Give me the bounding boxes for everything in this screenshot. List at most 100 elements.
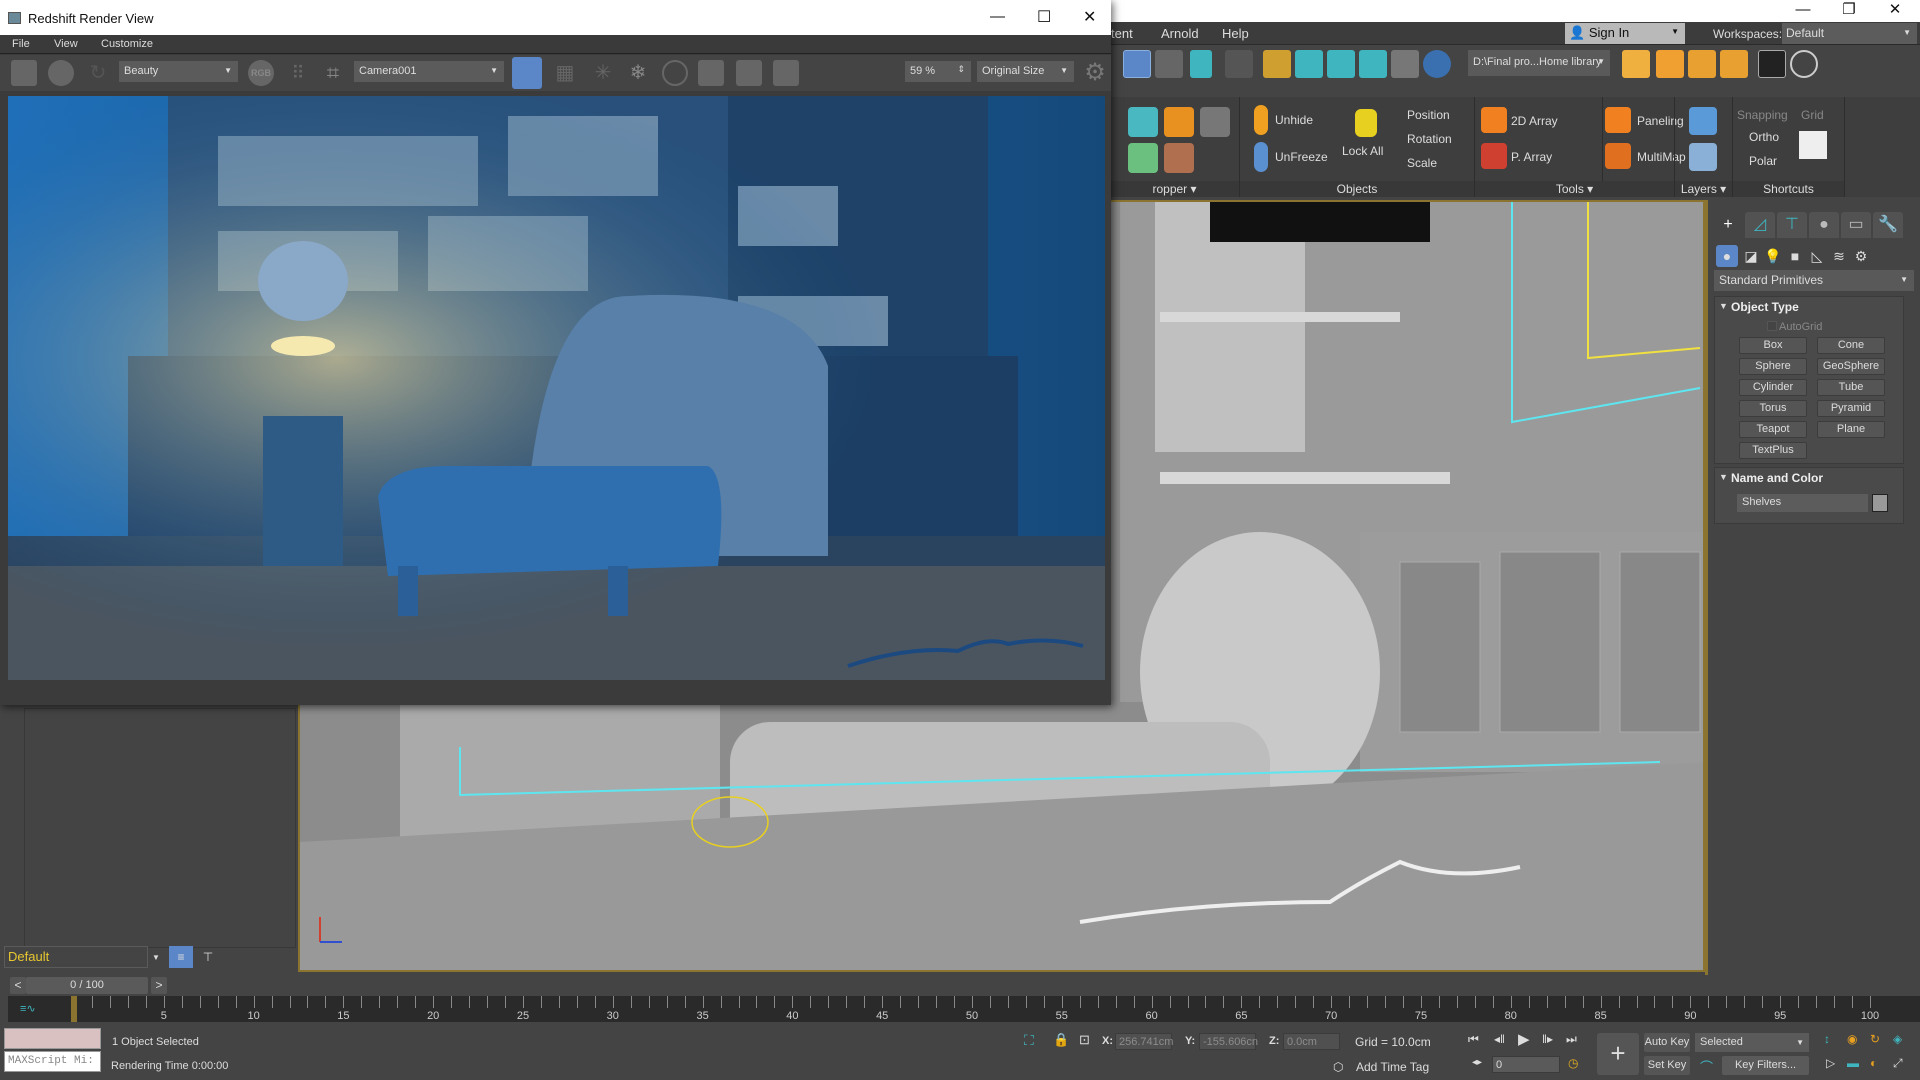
- eyedropper-material-icon[interactable]: [1164, 143, 1194, 173]
- rv-menu-customize[interactable]: Customize: [101, 38, 153, 50]
- lock-all-button[interactable]: Lock All: [1342, 144, 1383, 158]
- rv-menu-view[interactable]: View: [54, 38, 78, 50]
- curve-editor-icon[interactable]: [1155, 50, 1183, 78]
- object-color-swatch[interactable]: [1872, 494, 1888, 512]
- refresh-icon[interactable]: ↻: [85, 60, 111, 86]
- object-name-input[interactable]: Shelves: [1737, 494, 1868, 512]
- key-mode-select[interactable]: Selected ▼: [1695, 1033, 1809, 1052]
- display-tab[interactable]: ▭: [1841, 212, 1871, 238]
- orbit-icon[interactable]: ◉: [1847, 1032, 1857, 1046]
- camera-pan-icon[interactable]: ▬: [1847, 1056, 1859, 1070]
- scale-button[interactable]: Scale: [1407, 156, 1437, 170]
- absolute-mode-icon[interactable]: ⊡: [1079, 1032, 1090, 1048]
- minimize-button[interactable]: —: [1780, 0, 1826, 22]
- time-configuration-icon[interactable]: ◷: [1568, 1056, 1578, 1070]
- project-folder-icon[interactable]: [1622, 50, 1650, 78]
- textplus-button[interactable]: TextPlus: [1739, 442, 1807, 459]
- menu-content[interactable]: tent: [1111, 26, 1133, 41]
- clapperboard-icon[interactable]: [11, 60, 37, 86]
- next-frame-button[interactable]: >: [151, 977, 167, 994]
- systems-icon[interactable]: ⚙: [1850, 245, 1872, 267]
- go-to-start-icon[interactable]: ⏮: [1468, 1032, 1479, 1047]
- sort-by-layer-icon[interactable]: ≡: [169, 946, 193, 968]
- pan-icon[interactable]: ↻: [1870, 1032, 1880, 1046]
- render-production-icon[interactable]: [1327, 50, 1355, 78]
- box-button[interactable]: Box: [1739, 337, 1807, 354]
- modify-tab[interactable]: ◿: [1745, 212, 1775, 238]
- geosphere-button[interactable]: GeoSphere: [1817, 358, 1885, 375]
- scene-explorer-icon[interactable]: [1123, 50, 1151, 78]
- project-tree-icon[interactable]: [1720, 50, 1748, 78]
- rollout-title[interactable]: Name and Color: [1731, 471, 1823, 485]
- rendered-frame-window-icon[interactable]: [1295, 50, 1323, 78]
- unhide-button[interactable]: Unhide: [1275, 113, 1313, 127]
- eyedropper-m-icon[interactable]: [1164, 107, 1194, 137]
- sign-in-dropdown[interactable]: 👤 Sign In ▼: [1565, 23, 1685, 44]
- maximize-viewport-icon[interactable]: ⤢: [1893, 1056, 1903, 1071]
- ortho-toggle[interactable]: Ortho: [1749, 130, 1779, 144]
- zoom-spinner[interactable]: 59 % ⇕: [905, 61, 971, 82]
- snowflake-icon[interactable]: ✳: [590, 60, 616, 86]
- time-slider[interactable]: 0 / 100: [26, 977, 148, 994]
- redshift-ipr-icon[interactable]: [1423, 50, 1451, 78]
- zoom-extents-icon[interactable]: ↕: [1824, 1032, 1830, 1046]
- aov-select[interactable]: Beauty ▼: [119, 61, 238, 82]
- cylinder-button[interactable]: Cylinder: [1739, 379, 1807, 396]
- eyedropper-green-icon[interactable]: [1128, 143, 1158, 173]
- z-coordinate-field[interactable]: 0.0cm: [1283, 1033, 1340, 1050]
- circle-icon[interactable]: [662, 60, 688, 86]
- rotation-button[interactable]: Rotation: [1407, 132, 1452, 146]
- restore-button[interactable]: ❐: [1826, 0, 1872, 22]
- set-keys-icon[interactable]: +: [1597, 1033, 1639, 1075]
- project-path-select[interactable]: D:\Final pro...Home library ▼: [1468, 50, 1610, 76]
- y-coordinate-field[interactable]: -155.606cn: [1199, 1033, 1258, 1050]
- render-tiles-icon[interactable]: [1391, 50, 1419, 78]
- plane-button[interactable]: Plane: [1817, 421, 1885, 438]
- schematic-view-icon[interactable]: [1190, 50, 1212, 78]
- rv-menu-file[interactable]: File: [12, 38, 30, 50]
- utilities-tab[interactable]: 🔧: [1873, 212, 1903, 238]
- settings-gear-icon[interactable]: ⚙: [1082, 60, 1108, 86]
- image-viewer-icon[interactable]: [1758, 50, 1786, 78]
- tube-button[interactable]: Tube: [1817, 379, 1885, 396]
- layer-explorer-icon[interactable]: [1689, 143, 1717, 171]
- play-icon[interactable]: ▶: [1518, 1030, 1530, 1048]
- collapse-icon[interactable]: ▼: [1719, 301, 1728, 311]
- maxscript-mini-input[interactable]: MAXScript Mi:: [4, 1051, 101, 1072]
- rollout-title[interactable]: Object Type: [1731, 300, 1799, 314]
- dither-grid-icon[interactable]: ⠿: [285, 60, 311, 86]
- polar-toggle[interactable]: Polar: [1749, 154, 1777, 168]
- orbit-subobject-icon[interactable]: ◐: [1870, 1056, 1877, 1070]
- material-editor-icon[interactable]: [1225, 50, 1253, 78]
- field-of-view-icon[interactable]: ▷: [1826, 1056, 1835, 1070]
- ribbon-group-label[interactable]: Layers ▾: [1675, 181, 1732, 197]
- size-mode-select[interactable]: Original Size ▼: [977, 61, 1074, 82]
- torus-button[interactable]: Torus: [1739, 400, 1807, 417]
- walk-through-icon[interactable]: ◈: [1893, 1032, 1902, 1046]
- sort-by-hierarchy-icon[interactable]: ⊤: [197, 946, 219, 968]
- camera-select[interactable]: Camera001 ▼: [354, 61, 504, 82]
- maxscript-listener[interactable]: [4, 1028, 101, 1049]
- shapes-icon[interactable]: ◪: [1740, 245, 1762, 267]
- geometry-icon[interactable]: ●: [1716, 245, 1738, 267]
- prev-frame-button[interactable]: <: [10, 977, 26, 994]
- pyramid-button[interactable]: Pyramid: [1817, 400, 1885, 417]
- set-project-icon[interactable]: [1656, 50, 1684, 78]
- default-in-out-tangents-icon[interactable]: ⌒: [1700, 1057, 1713, 1076]
- rv-maximize-button[interactable]: ☐: [1037, 7, 1051, 27]
- auto-key-button[interactable]: Auto Key: [1644, 1033, 1690, 1052]
- autogrid-checkbox[interactable]: [1767, 321, 1777, 331]
- layer-manager-icon[interactable]: [1689, 107, 1717, 135]
- project-structure-icon[interactable]: [1688, 50, 1716, 78]
- workspace-select[interactable]: Default ▼: [1782, 23, 1917, 44]
- go-to-end-icon[interactable]: ⏭: [1566, 1032, 1577, 1047]
- motion-tab[interactable]: ●: [1809, 212, 1839, 238]
- add-time-tag-button[interactable]: Add Time Tag: [1356, 1060, 1429, 1074]
- selection-lock-icon[interactable]: ⛶: [1024, 1032, 1034, 1049]
- close-button[interactable]: ✕: [1872, 0, 1918, 22]
- render-play-icon[interactable]: [48, 60, 74, 86]
- rv-close-button[interactable]: ✕: [1083, 7, 1096, 27]
- grid-icon[interactable]: [1799, 131, 1827, 159]
- ribbon-group-label[interactable]: ropper ▾: [1110, 181, 1239, 197]
- space-warps-icon[interactable]: ≋: [1828, 245, 1850, 267]
